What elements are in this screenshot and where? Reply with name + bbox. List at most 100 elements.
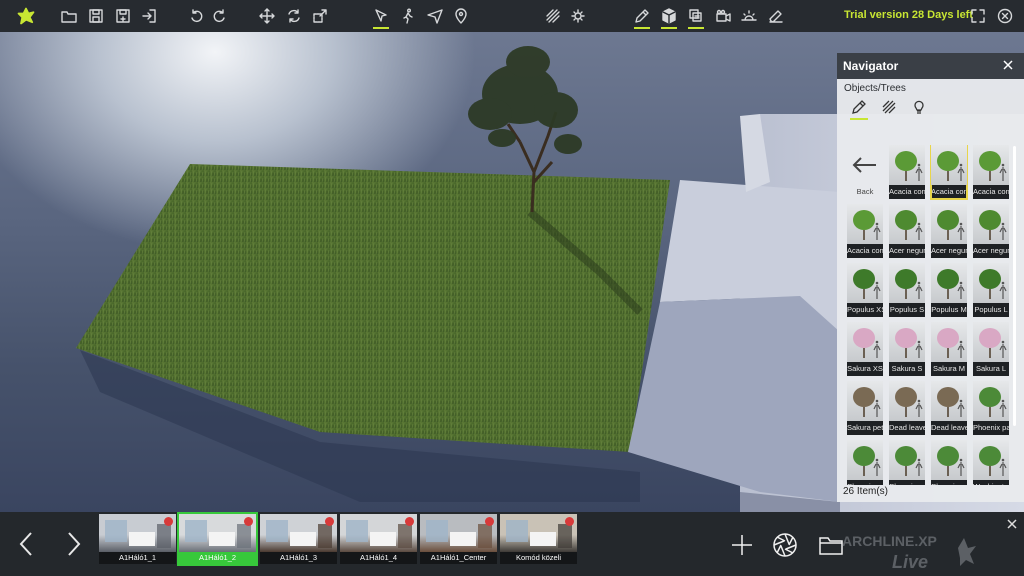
cube-icon[interactable] xyxy=(658,4,680,29)
materials-icon[interactable] xyxy=(685,4,707,29)
object-preview xyxy=(889,263,925,303)
camera-label: A1Háló1_3 xyxy=(260,552,337,564)
object-thumbnail[interactable]: Acer negun xyxy=(889,204,925,258)
items-count: 26 Item(s) xyxy=(843,486,889,497)
close-icon[interactable] xyxy=(1007,516,1019,529)
object-preview xyxy=(847,381,883,421)
close-icon[interactable] xyxy=(1002,59,1016,73)
object-label: Phoenix ... xyxy=(931,480,967,485)
camera-view-thumbnail[interactable]: A1Háló1_3 xyxy=(260,514,337,564)
object-thumbnail[interactable]: Dead leave xyxy=(889,381,925,435)
object-label: Populus M xyxy=(931,303,967,317)
navigator-tabs xyxy=(837,95,1024,120)
object-thumbnail[interactable]: Sakura L xyxy=(973,322,1009,376)
remove-camera-icon[interactable] xyxy=(244,517,253,526)
light-bulb-icon[interactable] xyxy=(909,97,929,117)
object-thumbnail[interactable]: Populus S xyxy=(889,263,925,317)
rotate-icon[interactable] xyxy=(283,4,305,28)
object-thumbnail[interactable]: Populus L xyxy=(973,263,1009,317)
object-thumbnail[interactable]: Sakura S xyxy=(889,322,925,376)
object-label: Acer negun xyxy=(931,244,967,258)
object-preview xyxy=(973,204,1009,244)
undo-icon[interactable] xyxy=(186,4,208,28)
location-icon[interactable] xyxy=(450,4,472,28)
object-preview xyxy=(973,145,1009,185)
archline-logo: ARCHLINE.XP Live xyxy=(842,533,976,572)
remove-camera-icon[interactable] xyxy=(485,517,494,526)
object-thumbnail[interactable]: Phoenix ... xyxy=(889,440,925,485)
object-grid: Back Acacia con Acacia con Acacia con Acaci… xyxy=(843,145,1013,485)
remove-camera-icon[interactable] xyxy=(405,517,414,526)
object-thumbnail[interactable]: Acer negun xyxy=(931,204,967,258)
camera-view-thumbnail[interactable]: A1Háló1_4 xyxy=(340,514,417,564)
object-thumbnail[interactable]: Phoenix pa xyxy=(973,381,1009,435)
back-button[interactable]: Back xyxy=(847,145,883,199)
hatch-icon[interactable] xyxy=(542,4,564,28)
close-icon[interactable] xyxy=(994,4,1016,28)
object-label: Phoenix ... xyxy=(889,480,925,485)
folder-open-icon[interactable] xyxy=(58,4,80,28)
add-icon[interactable] xyxy=(729,532,755,558)
import-icon[interactable] xyxy=(138,4,160,28)
object-preview xyxy=(889,145,925,185)
fly-icon[interactable] xyxy=(424,4,446,28)
object-thumbnail[interactable]: Acer negun xyxy=(973,204,1009,258)
object-thumbnail[interactable]: Washingto... xyxy=(973,440,1009,485)
redo-icon[interactable] xyxy=(208,4,230,28)
camera-label: A1Háló1_4 xyxy=(340,552,417,564)
eraser-icon[interactable] xyxy=(765,4,787,28)
breadcrumb: Objects/Trees xyxy=(844,83,906,94)
object-preview xyxy=(931,145,967,185)
scrollbar-thumb[interactable] xyxy=(1013,146,1016,426)
object-label: Sakura XS xyxy=(847,362,883,376)
brush-icon[interactable] xyxy=(631,4,653,29)
object-label: Acacia con xyxy=(847,244,883,258)
camera-view-thumbnail[interactable]: Komód közeli xyxy=(500,514,577,564)
object-thumbnail[interactable]: Acacia con xyxy=(847,204,883,258)
sun-settings-icon[interactable] xyxy=(568,4,590,28)
object-preview xyxy=(931,263,967,303)
object-label: Sakura M xyxy=(931,362,967,376)
save-as-icon[interactable] xyxy=(112,4,134,28)
object-preview xyxy=(889,204,925,244)
object-thumbnail[interactable]: Phoenix ... xyxy=(931,440,967,485)
save-icon[interactable] xyxy=(85,4,107,28)
camera-icon[interactable] xyxy=(712,4,734,28)
camera-view-thumbnail[interactable]: A1Háló1_1 xyxy=(99,514,176,564)
logo-line2: Live xyxy=(892,552,928,572)
object-preview xyxy=(973,381,1009,421)
fullscreen-icon[interactable] xyxy=(967,4,989,28)
walk-icon[interactable] xyxy=(397,4,419,28)
object-thumbnail[interactable]: Acacia con xyxy=(889,145,925,199)
object-thumbnail[interactable]: Acacia con xyxy=(973,145,1009,199)
navigator-title: Navigator xyxy=(843,59,899,73)
brush-icon[interactable] xyxy=(849,97,869,120)
object-thumbnail[interactable]: Sakura M xyxy=(931,322,967,376)
remove-camera-icon[interactable] xyxy=(164,517,173,526)
object-thumbnail[interactable]: Populus XS xyxy=(847,263,883,317)
object-preview xyxy=(889,440,925,480)
move-icon[interactable] xyxy=(256,4,278,28)
object-preview xyxy=(889,322,925,362)
remove-camera-icon[interactable] xyxy=(325,517,334,526)
object-thumbnail[interactable]: Populus M xyxy=(931,263,967,317)
object-thumbnail[interactable]: Phoenix ... xyxy=(847,440,883,485)
hatch-icon[interactable] xyxy=(879,97,899,117)
sunrise-icon[interactable] xyxy=(738,4,760,28)
aperture-icon[interactable] xyxy=(772,532,798,558)
object-thumbnail[interactable]: Acacia con xyxy=(930,145,968,200)
remove-camera-icon[interactable] xyxy=(565,517,574,526)
next-arrow-icon[interactable] xyxy=(62,530,84,558)
object-thumbnail[interactable]: Dead leave xyxy=(931,381,967,435)
camera-view-thumbnail[interactable]: A1Háló1_Center xyxy=(420,514,497,564)
object-thumbnail[interactable]: Sakura pet xyxy=(847,381,883,435)
app-logo-icon[interactable] xyxy=(15,4,37,28)
prev-arrow-icon[interactable] xyxy=(16,530,38,558)
select-icon[interactable] xyxy=(370,4,392,29)
camera-view-thumbnail[interactable]: A1Háló1_2 xyxy=(177,512,258,566)
object-preview xyxy=(847,440,883,480)
object-thumbnail[interactable]: Sakura XS xyxy=(847,322,883,376)
scale-icon[interactable] xyxy=(309,4,331,28)
object-preview xyxy=(847,204,883,244)
back-label: Back xyxy=(856,187,874,196)
